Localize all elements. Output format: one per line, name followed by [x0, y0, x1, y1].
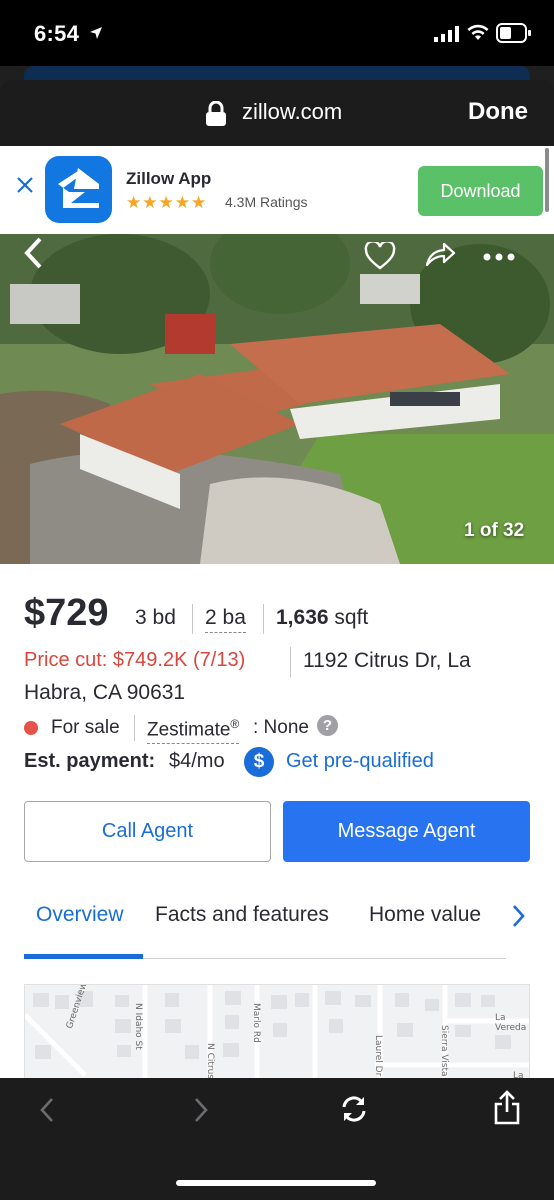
divider — [134, 715, 135, 741]
message-agent-button[interactable]: Message Agent — [283, 801, 530, 862]
background-page-peek — [24, 66, 530, 80]
price-cut: Price cut: $749.2K (7/13) — [24, 649, 246, 671]
listing-status: For sale — [51, 717, 120, 738]
est-payment-label: Est. payment: — [24, 750, 156, 772]
share-icon[interactable] — [424, 241, 456, 269]
back-icon[interactable] — [38, 1096, 56, 1124]
done-button[interactable]: Done — [468, 98, 528, 126]
download-button[interactable]: Download — [418, 166, 543, 216]
heart-icon[interactable] — [364, 242, 396, 270]
listing-price: $729 — [24, 592, 109, 634]
rating-stars: ★★★★★ — [126, 193, 208, 212]
refresh-icon[interactable] — [338, 1093, 370, 1125]
chevron-right-icon[interactable] — [508, 902, 528, 930]
tab-home-value[interactable]: Home value — [369, 903, 481, 927]
status-time: 6:54 — [34, 21, 80, 46]
ratings-count: 4.3M Ratings — [225, 194, 308, 210]
help-icon[interactable]: ? — [317, 715, 338, 736]
map-street-label: N Idaho St — [133, 1003, 143, 1050]
status-bar: 6:54 — [0, 0, 554, 66]
zestimate-text: Zestimate — [147, 719, 231, 741]
map-street-label: Sierra Vista Dr — [439, 1025, 449, 1080]
map-preview[interactable]: N Idaho St Greenview Dr Marlo Rd N Citru… — [24, 984, 530, 1080]
location-arrow-icon — [90, 27, 102, 39]
url-label[interactable]: zillow.com — [242, 99, 342, 125]
app-name: Zillow App — [126, 169, 212, 188]
square-footage: 1,636 sqft — [276, 606, 368, 630]
active-tab-indicator — [24, 954, 143, 959]
baths-count[interactable]: 2 ba — [205, 606, 246, 633]
address-line-2: Habra, CA 90631 — [24, 681, 186, 704]
zestimate-label[interactable]: Zestimate® — [147, 717, 240, 745]
call-agent-button[interactable]: Call Agent — [24, 801, 271, 862]
dollar-icon[interactable]: $ — [244, 747, 274, 777]
back-chevron-icon[interactable] — [22, 236, 46, 270]
sqft-unit: sqft — [334, 606, 369, 629]
cellular-signal-icon — [434, 26, 459, 42]
more-icon[interactable] — [482, 252, 516, 262]
divider — [192, 604, 193, 634]
beds-count: 3 bd — [135, 606, 176, 629]
map-street-label: La Vereda — [495, 1013, 527, 1033]
tab-facts-and-features[interactable]: Facts and features — [155, 903, 329, 927]
est-payment-value: $4/mo — [169, 750, 225, 772]
battery-icon — [496, 23, 531, 43]
map-street-label: Marlo Rd — [251, 1003, 261, 1043]
status-dot — [24, 721, 38, 735]
address-line-1: 1192 Citrus Dr, La — [303, 649, 471, 672]
scrollbar[interactable] — [545, 148, 549, 212]
wifi-icon — [467, 24, 489, 40]
share-icon[interactable] — [493, 1090, 521, 1126]
zestimate-value: : None — [253, 717, 309, 738]
tab-overview[interactable]: Overview — [36, 903, 124, 927]
map-street-label: Laurel Dr — [373, 1035, 383, 1077]
lock-icon — [206, 101, 226, 126]
divider — [290, 647, 291, 677]
home-indicator[interactable] — [176, 1180, 376, 1186]
registered-mark: ® — [230, 717, 240, 731]
get-prequalified-link[interactable]: Get pre-qualified — [286, 750, 434, 773]
sqft-value: 1,636 — [276, 606, 329, 629]
listing-photo[interactable] — [0, 234, 554, 564]
close-icon[interactable] — [14, 174, 36, 196]
forward-icon[interactable] — [192, 1096, 210, 1124]
photo-counter: 1 of 32 — [464, 520, 525, 541]
zillow-logo — [45, 156, 112, 223]
map-street-label: N Citrus Dr — [205, 1043, 215, 1080]
divider — [263, 604, 264, 634]
